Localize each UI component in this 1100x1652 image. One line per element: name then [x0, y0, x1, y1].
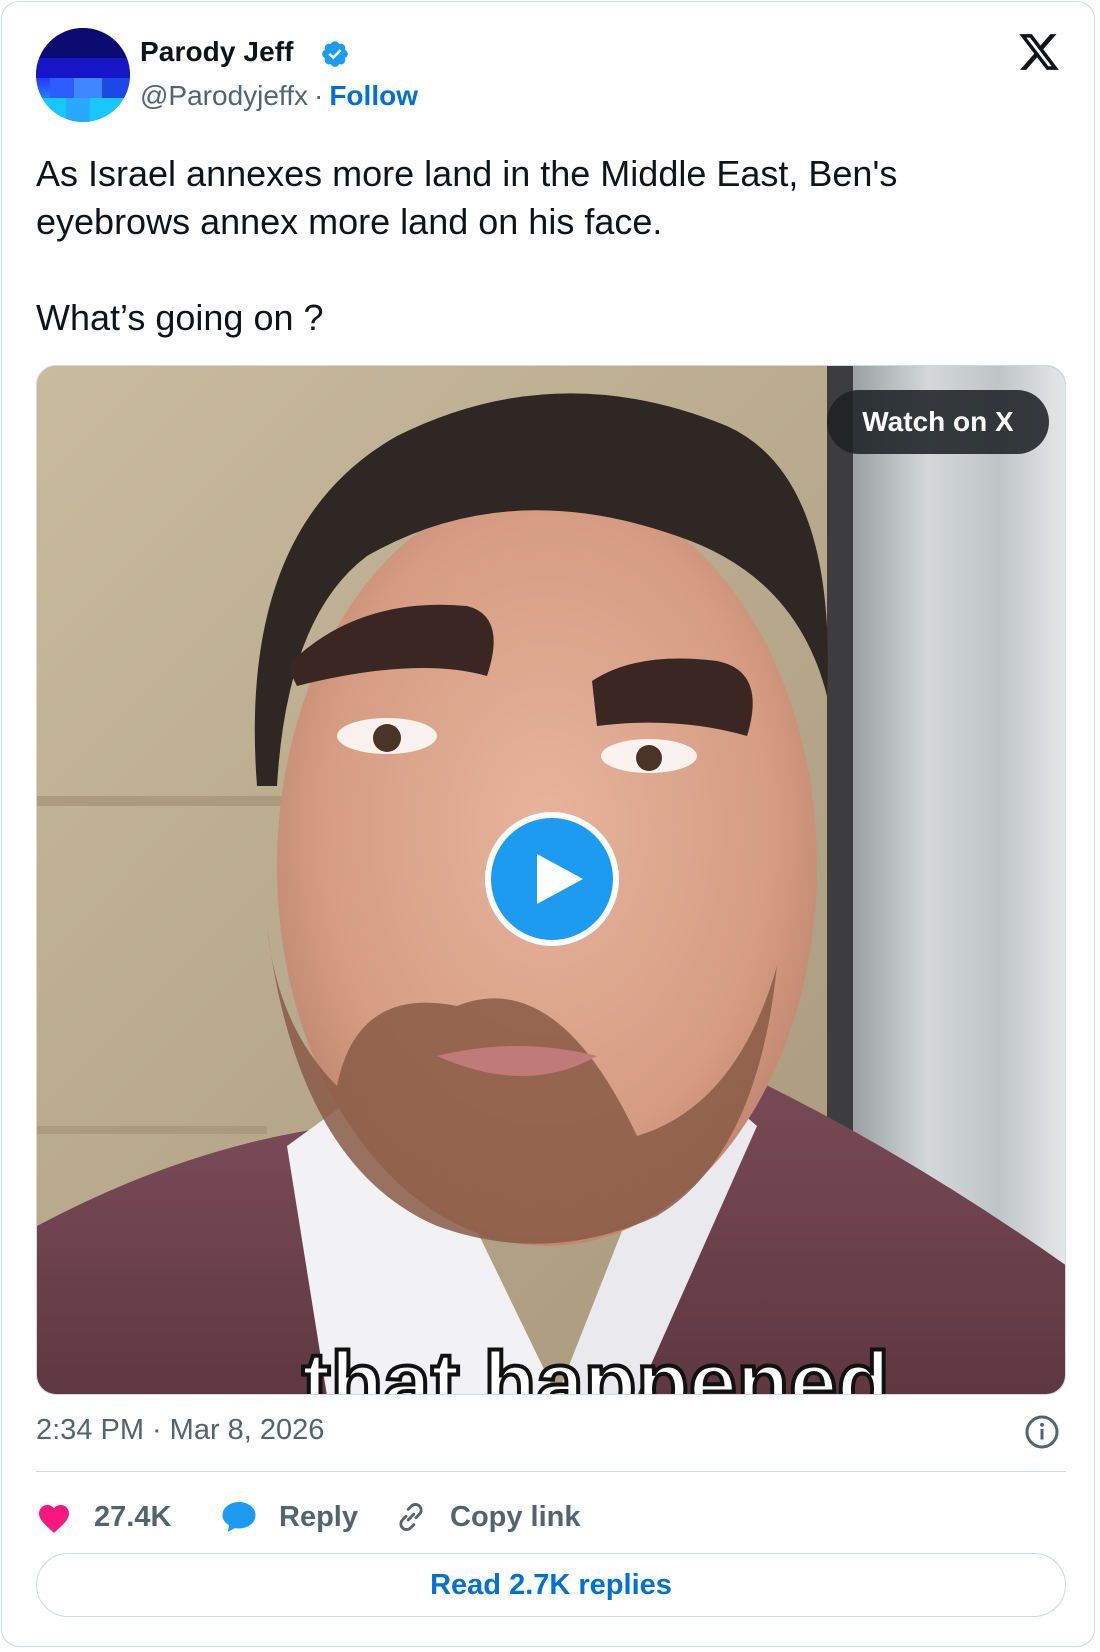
tweet-text-paragraph-2: What’s going on ?	[36, 297, 324, 338]
x-logo-icon[interactable]	[1016, 30, 1062, 74]
copy-link-label: Copy link	[450, 1500, 581, 1533]
timestamp-separator: ·	[152, 1414, 162, 1446]
video-caption-text: that happened	[302, 1335, 890, 1395]
tweet-date: Mar 8, 2026	[169, 1414, 325, 1446]
reply-button[interactable]: Reply	[221, 1492, 358, 1542]
follow-button[interactable]: Follow	[329, 80, 418, 111]
like-button[interactable]: 27.4K	[36, 1492, 171, 1542]
tweet-text: As Israel annexes more land in the Middl…	[36, 150, 1046, 342]
tweet-text-paragraph-1: As Israel annexes more land in the Middl…	[36, 153, 898, 242]
watch-on-x-button[interactable]: Watch on X	[827, 390, 1049, 454]
handle-separator: ·	[314, 80, 324, 111]
author-name[interactable]: Parody Jeff	[140, 36, 294, 68]
copy-link-button[interactable]: Copy link	[394, 1492, 581, 1542]
avatar[interactable]	[36, 28, 130, 122]
read-replies-button[interactable]: Read 2.7K replies	[36, 1553, 1066, 1617]
verified-badge-icon	[322, 41, 348, 67]
tweet-timestamp[interactable]: 2:34 PM · Mar 8, 2026	[36, 1414, 324, 1447]
play-button[interactable]	[485, 812, 619, 946]
reply-label: Reply	[279, 1500, 358, 1533]
author-handle-row: @Parodyjeffx · Follow	[140, 80, 418, 112]
tweet-card: Parody Jeff @Parodyjeffx · Follow As Israe…	[1, 1, 1095, 1647]
like-count: 27.4K	[94, 1500, 172, 1533]
heart-icon	[39, 1505, 69, 1533]
tweet-time: 2:34 PM	[36, 1414, 144, 1446]
play-icon	[537, 854, 583, 904]
divider	[36, 1471, 1066, 1472]
link-icon	[399, 1503, 423, 1531]
author-handle[interactable]: @Parodyjeffx	[140, 80, 308, 111]
info-icon[interactable]	[1024, 1414, 1060, 1450]
speech-bubble-icon	[222, 1502, 256, 1532]
video-player[interactable]: that happened Watch on X	[36, 365, 1066, 1395]
